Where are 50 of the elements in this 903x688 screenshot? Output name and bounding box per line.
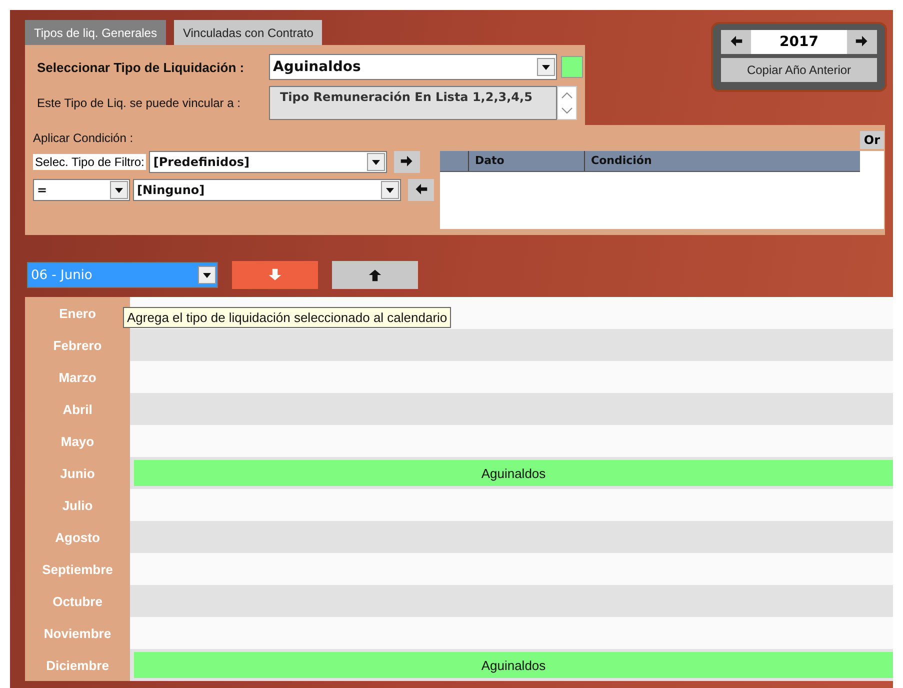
section-label: Aplicar Condición :	[33, 131, 134, 145]
next-year-button[interactable]	[847, 30, 877, 54]
operator-select[interactable]: =	[33, 179, 130, 201]
remove-condition-button[interactable]	[408, 179, 434, 201]
field-label: Selec. Tipo de Filtro:	[33, 154, 146, 170]
month-label: Septiembre	[41, 560, 114, 579]
arrow-left-icon	[414, 183, 428, 197]
color-swatch	[561, 56, 583, 78]
month-label: Abril	[62, 400, 94, 418]
field-label: Este Tipo de Liq. se puede vincular a :	[37, 96, 242, 110]
field-label: Seleccionar Tipo de Liquidación :	[37, 60, 246, 74]
month-label: Mayo	[60, 432, 96, 451]
or-column-header: Or	[860, 131, 884, 149]
dropdown-caret-icon	[372, 160, 380, 164]
month-label: Junio	[59, 464, 96, 482]
add-to-calendar-button[interactable]	[232, 261, 318, 289]
value-select[interactable]: [Ninguno]	[133, 179, 401, 201]
calendar-entry[interactable]: Aguinaldos	[134, 652, 893, 678]
month-label: Noviembre	[42, 624, 112, 642]
month-label: Julio	[61, 496, 94, 514]
scroll-spinner[interactable]	[557, 86, 577, 120]
month-label: Diciembre	[45, 656, 110, 674]
tab[interactable]: Vinculadas con Contrato	[174, 20, 322, 45]
dropdown-caret-icon	[203, 272, 211, 278]
tab[interactable]: Tipos de liq. Generales	[25, 20, 166, 45]
arrow-right-icon	[855, 35, 869, 49]
copy-year-button[interactable]: Copiar Año Anterior	[721, 58, 877, 82]
year-field[interactable]: 2017	[751, 30, 847, 54]
month-label: Marzo	[58, 368, 98, 386]
month-label: Agosto	[54, 528, 101, 547]
liquidacion-select[interactable]: Aguinaldos	[269, 54, 557, 80]
add-condition-button[interactable]	[394, 151, 420, 173]
column-header: Dato	[468, 151, 584, 171]
arrow-left-icon	[729, 35, 743, 49]
dropdown-caret-icon	[542, 64, 550, 70]
tooltip: Agrega el tipo de liquidación seleccionado al calendario	[123, 307, 452, 328]
arrow-down-icon	[268, 268, 282, 282]
dropdown-caret-icon	[386, 188, 394, 192]
arrow-right-icon	[400, 155, 414, 169]
dropdown-caret-icon	[115, 188, 123, 192]
month-label: Enero	[58, 304, 97, 322]
month-label: Febrero	[52, 336, 103, 354]
remove-from-calendar-button[interactable]	[332, 261, 418, 289]
previous-year-button[interactable]	[721, 30, 751, 54]
calendar-entry[interactable]: Aguinaldos	[134, 460, 893, 486]
linked-list-field: Tipo Remuneración En Lista 1,2,3,4,5	[269, 86, 557, 120]
filter-select[interactable]: [Predefinidos]	[149, 151, 388, 173]
month-label: Octubre	[52, 592, 104, 610]
column-header: Condición	[584, 151, 860, 171]
arrow-up-icon	[368, 268, 382, 282]
